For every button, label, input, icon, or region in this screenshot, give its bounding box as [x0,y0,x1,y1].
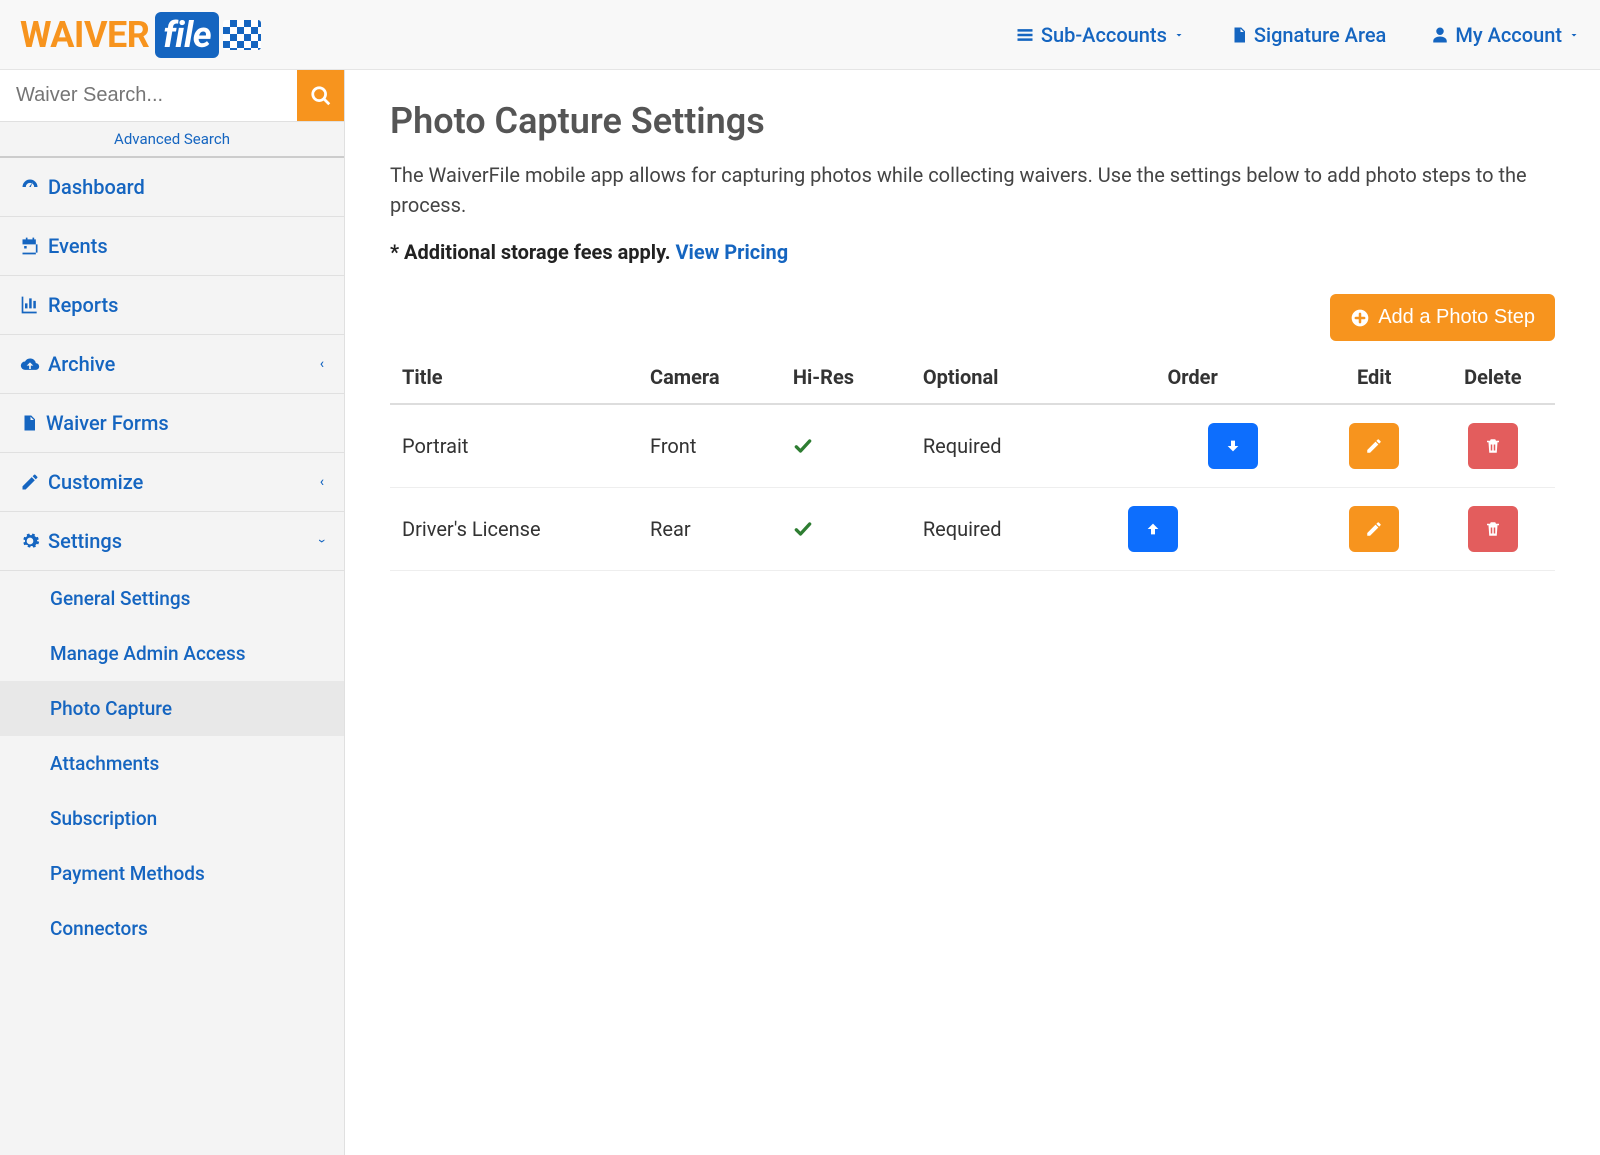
th-edit: Edit [1318,351,1431,404]
table-row: PortraitFront Required [390,404,1555,488]
fees-notice: * Additional storage fees apply. View Pr… [390,240,1555,264]
search-input[interactable] [0,70,297,121]
sidebar-item-settings[interactable]: Settings › [0,512,344,571]
chart-icon [20,295,40,315]
cell-edit [1318,404,1431,488]
subnav-general-settings[interactable]: General Settings [0,571,344,626]
logo-flag-icon [223,20,261,50]
sidebar-item-events[interactable]: Events [0,217,344,276]
search-icon [310,85,332,107]
cell-optional: Required [911,404,1068,488]
cell-camera: Front [638,404,781,488]
subnav-payment-methods[interactable]: Payment Methods [0,846,344,901]
sidebar-reports-label: Reports [48,293,118,317]
table-row: Driver's LicenseRear Required [390,488,1555,571]
subnav-connectors[interactable]: Connectors [0,901,344,956]
advanced-search-link[interactable]: Advanced Search [0,122,344,158]
move-up-button[interactable] [1128,506,1178,552]
calendar-icon [20,236,40,256]
th-optional: Optional [911,351,1068,404]
cell-title: Portrait [390,404,638,488]
sidebar-dashboard-label: Dashboard [48,175,145,199]
cell-camera: Rear [638,488,781,571]
sidebar-item-reports[interactable]: Reports [0,276,344,335]
search-row [0,70,344,122]
cell-hires [781,488,911,571]
topnav-myaccount-label: My Account [1455,23,1562,47]
topnav-subaccounts[interactable]: Sub-Accounts [1015,23,1185,47]
chevron-down-icon: › [314,539,330,543]
logo[interactable]: WAIVER file [20,12,261,58]
th-camera: Camera [638,351,781,404]
logo-file-text: file [163,14,211,56]
sidebar-item-archive[interactable]: Archive ‹ [0,335,344,394]
caret-down-icon [1173,29,1185,41]
subnav-admin-access[interactable]: Manage Admin Access [0,626,344,681]
th-delete: Delete [1431,351,1555,404]
main-content: Photo Capture Settings The WaiverFile mo… [345,70,1600,1155]
sidebar: Advanced Search Dashboard Events Reports… [0,70,345,1155]
edit-button[interactable] [1349,423,1399,469]
delete-button[interactable] [1468,423,1518,469]
topnav-myaccount[interactable]: My Account [1431,23,1580,47]
plus-circle-icon [1350,308,1370,328]
cell-delete [1431,488,1555,571]
th-title: Title [390,351,638,404]
move-down-button[interactable] [1208,423,1258,469]
user-icon [1431,25,1449,45]
subnav-subscription[interactable]: Subscription [0,791,344,846]
chevron-left-icon: ‹ [320,474,324,490]
topbar: WAIVER file Sub-Accounts Signature Area … [0,0,1600,70]
subnav-attachments[interactable]: Attachments [0,736,344,791]
sidebar-events-label: Events [48,234,108,258]
topnav-signature-label: Signature Area [1254,23,1386,47]
cell-hires [781,404,911,488]
cell-optional: Required [911,488,1068,571]
cell-order [1068,488,1318,571]
page-title: Photo Capture Settings [390,100,1555,142]
th-order: Order [1068,351,1318,404]
topnav: Sub-Accounts Signature Area My Account [1015,23,1580,47]
delete-button[interactable] [1468,506,1518,552]
th-hires: Hi-Res [781,351,911,404]
list-icon [1015,25,1035,45]
file-icon [1230,25,1248,45]
cell-edit [1318,488,1431,571]
sidebar-item-customize[interactable]: Customize ‹ [0,453,344,512]
caret-down-icon [1568,29,1580,41]
logo-file: file [155,12,219,58]
sidebar-item-dashboard[interactable]: Dashboard [0,158,344,217]
logo-waiver: WAIVER [20,14,149,56]
add-photo-step-button[interactable]: Add a Photo Step [1330,294,1555,341]
fees-prefix: * Additional storage fees apply. [390,240,675,264]
cell-order [1068,404,1318,488]
sidebar-item-waiverforms[interactable]: Waiver Forms [0,394,344,453]
gear-icon [20,531,40,551]
topnav-subaccounts-label: Sub-Accounts [1041,23,1167,47]
sidebar-settings-label: Settings [48,529,122,553]
check-icon [793,519,899,539]
edit-icon [20,472,40,492]
photo-steps-table: Title Camera Hi-Res Optional Order Edit … [390,351,1555,571]
cloud-icon [20,354,40,374]
check-icon [793,436,899,456]
edit-button[interactable] [1349,506,1399,552]
file-icon [20,413,38,433]
sidebar-customize-label: Customize [48,470,143,494]
sidebar-waiverforms-label: Waiver Forms [46,411,169,435]
add-photo-step-label: Add a Photo Step [1378,306,1535,329]
dashboard-icon [20,177,40,197]
subnav-photo-capture[interactable]: Photo Capture [0,681,344,736]
cell-title: Driver's License [390,488,638,571]
view-pricing-link[interactable]: View Pricing [675,240,788,264]
chevron-left-icon: ‹ [320,356,324,372]
topnav-signature[interactable]: Signature Area [1230,23,1386,47]
search-button[interactable] [297,70,344,121]
cell-delete [1431,404,1555,488]
page-intro: The WaiverFile mobile app allows for cap… [390,160,1555,220]
sidebar-archive-label: Archive [48,352,115,376]
